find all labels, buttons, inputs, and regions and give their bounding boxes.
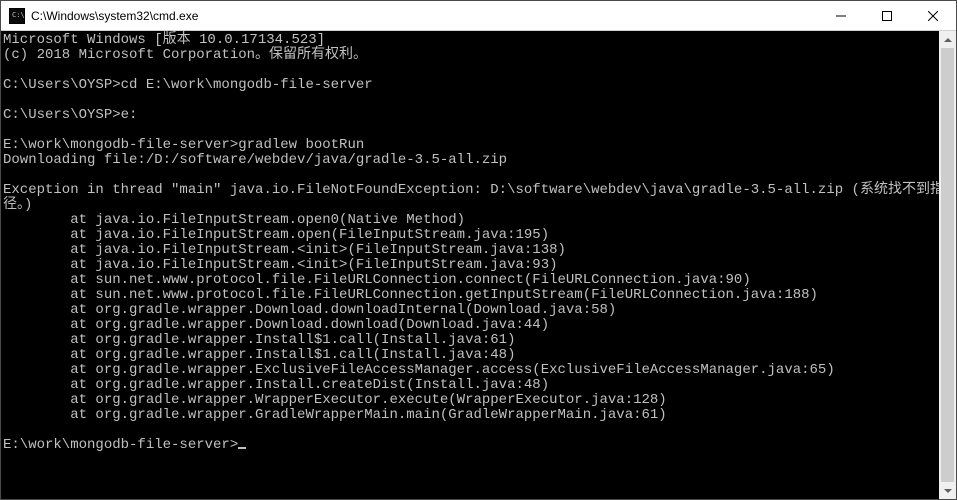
maximize-button[interactable] [864,1,910,30]
svg-text:C:\: C:\ [12,11,25,19]
terminal-line: at org.gradle.wrapper.WrapperExecutor.ex… [3,393,939,408]
chevron-down-icon [944,489,952,493]
terminal-line: at java.io.FileInputStream.<init>(FileIn… [3,258,939,273]
terminal-line [3,168,939,183]
terminal-area: Microsoft Windows [版本 10.0.17134.523](c)… [1,31,956,499]
terminal-line: Downloading file:/D:/software/webdev/jav… [3,153,939,168]
minimize-icon [836,11,846,21]
terminal-line: at org.gradle.wrapper.Download.download(… [3,318,939,333]
close-icon [928,11,938,21]
terminal-line [3,423,939,438]
terminal-line: at java.io.FileInputStream.open(FileInpu… [3,228,939,243]
maximize-icon [882,11,892,21]
cmd-window: C:\ C:\Windows\system32\cmd.exe Microsof… [0,0,957,500]
chevron-up-icon [944,38,952,42]
terminal-line: at org.gradle.wrapper.Install$1.call(Ins… [3,348,939,363]
terminal-line: Exception in thread "main" java.io.FileN… [3,183,939,198]
close-button[interactable] [910,1,956,30]
terminal-line: C:\Users\OYSP>cd E:\work\mongodb-file-se… [3,78,939,93]
terminal-line [3,93,939,108]
terminal-line: at org.gradle.wrapper.Install$1.call(Ins… [3,333,939,348]
window-controls [818,1,956,30]
cmd-icon: C:\ [9,8,25,24]
titlebar[interactable]: C:\ C:\Windows\system32\cmd.exe [1,1,956,31]
vertical-scrollbar[interactable] [939,31,956,499]
terminal-line: at org.gradle.wrapper.Download.downloadI… [3,303,939,318]
terminal-line: E:\work\mongodb-file-server>gradlew boot… [3,138,939,153]
terminal-line: at org.gradle.wrapper.GradleWrapperMain.… [3,408,939,423]
terminal-line [3,63,939,78]
terminal-line [3,123,939,138]
terminal-line: 径。) [3,198,939,213]
scrollbar-thumb[interactable] [941,48,954,482]
terminal-prompt: E:\work\mongodb-file-server> [3,437,238,453]
terminal-prompt-line[interactable]: E:\work\mongodb-file-server> [3,438,939,453]
window-title: C:\Windows\system32\cmd.exe [31,9,818,23]
terminal-line: C:\Users\OYSP>e: [3,108,939,123]
scrollbar-track[interactable] [939,48,956,482]
minimize-button[interactable] [818,1,864,30]
terminal-line: at java.io.FileInputStream.<init>(FileIn… [3,243,939,258]
terminal-line: at org.gradle.wrapper.Install.createDist… [3,378,939,393]
scrollbar-up-arrow[interactable] [939,31,956,48]
terminal-line: at org.gradle.wrapper.ExclusiveFileAcces… [3,363,939,378]
scrollbar-down-arrow[interactable] [939,482,956,499]
terminal-output[interactable]: Microsoft Windows [版本 10.0.17134.523](c)… [1,31,939,499]
terminal-line: at sun.net.www.protocol.file.FileURLConn… [3,288,939,303]
terminal-cursor [238,447,246,449]
terminal-line: at sun.net.www.protocol.file.FileURLConn… [3,273,939,288]
terminal-line: at java.io.FileInputStream.open0(Native … [3,213,939,228]
terminal-line: (c) 2018 Microsoft Corporation。保留所有权利。 [3,48,939,63]
terminal-line: Microsoft Windows [版本 10.0.17134.523] [3,33,939,48]
